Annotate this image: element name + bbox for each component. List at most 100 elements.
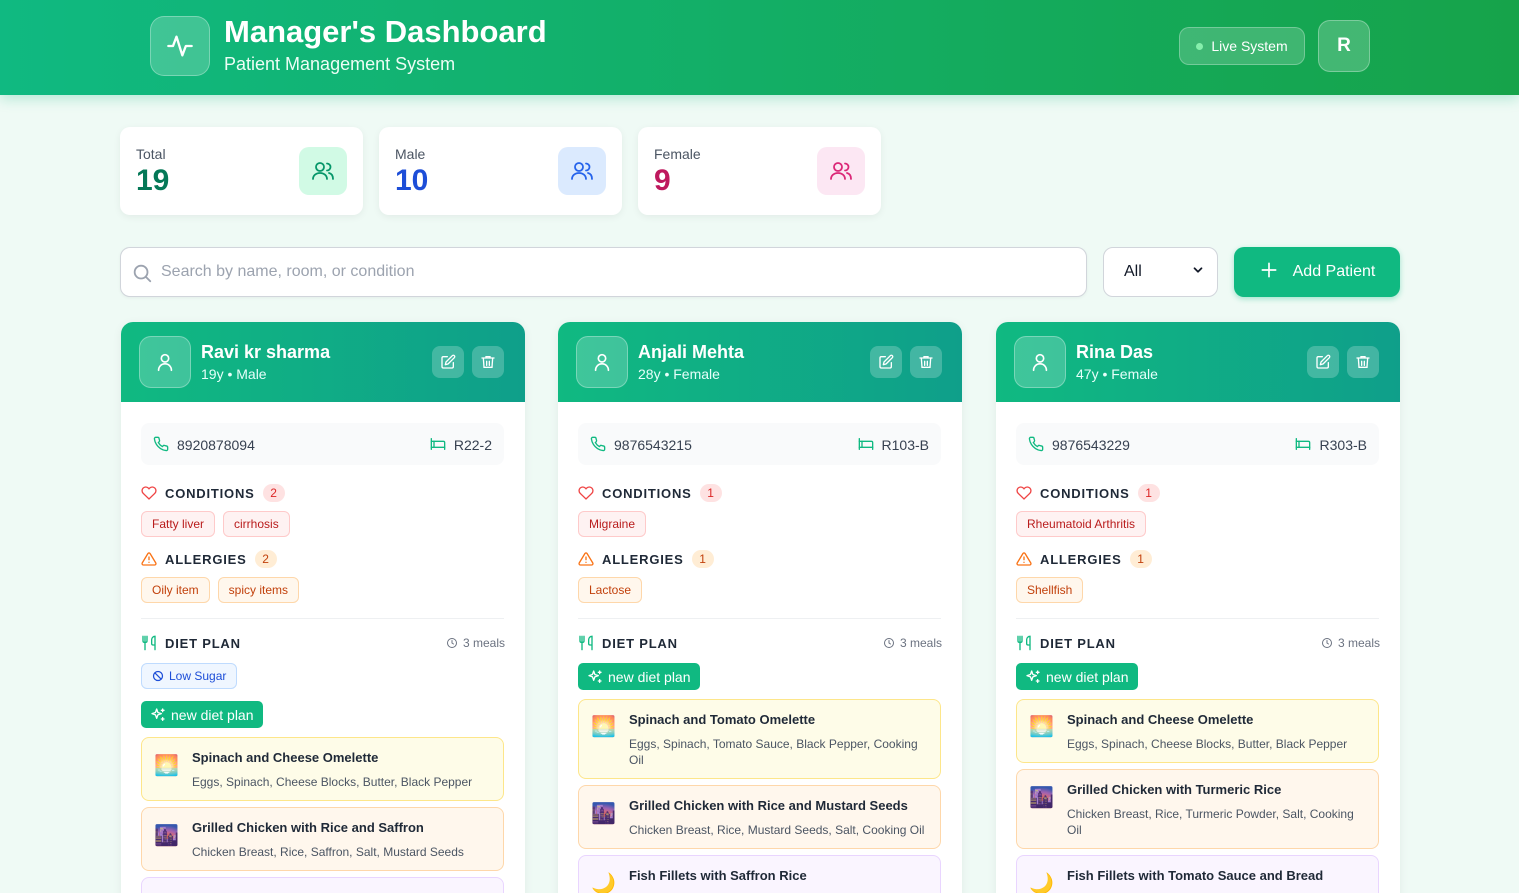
clock-icon xyxy=(446,638,457,648)
live-status-badge: Live System xyxy=(1179,27,1305,65)
condition-tag: Migraine xyxy=(578,511,647,537)
edit-icon xyxy=(1316,354,1331,369)
meals-count: 3 meals xyxy=(883,636,942,650)
diet-plan-label: DIET PLAN xyxy=(165,635,241,651)
conditions-label: CONDITIONS xyxy=(1040,485,1130,501)
edit-icon xyxy=(879,354,894,369)
meal-name: Grilled Chicken with Rice and Mustard Se… xyxy=(629,798,908,813)
meal-ingredients: Eggs, Spinach, Tomato Sauce, Black Peppe… xyxy=(629,737,918,767)
meal-ingredients: Chicken Breast, Rice, Saffron, Salt, Mus… xyxy=(192,845,464,859)
plus-icon xyxy=(1259,260,1279,285)
moon-icon: 🌙 xyxy=(1029,873,1054,893)
divider xyxy=(141,618,504,619)
meal-item-dinner[interactable]: 🌙 Fish Fillets with Saffron Rice xyxy=(578,855,941,893)
heart-icon xyxy=(1016,486,1032,500)
search-box xyxy=(120,247,1087,297)
search-icon xyxy=(131,262,153,289)
new-diet-plan-button[interactable]: new diet plan xyxy=(578,663,700,690)
patient-card: Anjali Mehta 28y • Female 9876543215 R10… xyxy=(558,322,962,893)
stat-card-female: Female 9 xyxy=(638,127,881,215)
allergies-count: 1 xyxy=(691,550,714,568)
users-icon xyxy=(817,147,865,195)
trash-icon xyxy=(1356,356,1370,368)
meal-item-breakfast[interactable]: 🌅 Spinach and Cheese Omelette Eggs, Spin… xyxy=(141,737,504,801)
clock-icon xyxy=(883,638,894,648)
stat-card-total: Total 19 xyxy=(120,127,363,215)
patient-phone: 9876543229 xyxy=(1052,437,1130,453)
new-diet-plan-label: new diet plan xyxy=(608,668,691,685)
live-status-label: Live System xyxy=(1211,38,1288,54)
meal-item-lunch[interactable]: 🌆 Grilled Chicken with Rice and Saffron … xyxy=(141,807,504,871)
patient-age-gender: 19y • Male xyxy=(201,366,267,382)
sparkles-icon xyxy=(1026,669,1040,683)
edit-icon xyxy=(441,354,456,369)
allergies-heading: ALLERGIES 2 xyxy=(141,550,277,568)
clock-icon xyxy=(1321,638,1332,648)
diet-type-tag: Low Sugar xyxy=(141,663,238,689)
conditions-count: 1 xyxy=(1137,484,1160,502)
meal-item-lunch[interactable]: 🌆 Grilled Chicken with Rice and Mustard … xyxy=(578,785,941,849)
allergy-tag: Oily item xyxy=(141,577,210,603)
meals-count: 3 meals xyxy=(446,636,505,650)
delete-patient-button[interactable] xyxy=(1347,346,1379,378)
meal-item-dinner[interactable] xyxy=(141,877,504,893)
edit-patient-button[interactable] xyxy=(1307,346,1339,378)
page-title: Manager's Dashboard xyxy=(224,14,547,49)
meal-item-lunch[interactable]: 🌆 Grilled Chicken with Turmeric Rice Chi… xyxy=(1016,769,1379,849)
gender-filter-select[interactable]: All xyxy=(1103,247,1218,297)
add-patient-button[interactable]: Add Patient xyxy=(1234,247,1400,297)
utensils-icon xyxy=(1017,635,1031,651)
sunrise-icon: 🌅 xyxy=(154,755,179,777)
meal-item-dinner[interactable]: 🌙 Fish Fillets with Tomato Sauce and Bre… xyxy=(1016,855,1379,893)
live-dot-icon xyxy=(1196,42,1204,50)
phone-icon xyxy=(153,436,169,457)
diet-plan-label: DIET PLAN xyxy=(602,635,678,651)
allergies-heading: ALLERGIES 1 xyxy=(1016,550,1152,568)
user-icon xyxy=(1014,336,1066,388)
user-icon xyxy=(576,336,628,388)
edit-patient-button[interactable] xyxy=(432,346,464,378)
contact-row: 9876543229 R303-B xyxy=(1016,423,1379,465)
contact-row: 8920878094 R22-2 xyxy=(141,423,504,465)
allergies-tags: Oily item spicy items xyxy=(141,577,300,603)
user-avatar[interactable]: R xyxy=(1318,20,1370,72)
meal-name: Spinach and Cheese Omelette xyxy=(1067,712,1254,727)
meals-count-label: 3 meals xyxy=(462,636,505,650)
meals-count-label: 3 meals xyxy=(899,636,942,650)
utensils-icon xyxy=(579,635,593,651)
meals-count-label: 3 meals xyxy=(1337,636,1380,650)
meal-item-breakfast[interactable]: 🌅 Spinach and Tomato Omelette Eggs, Spin… xyxy=(578,699,941,779)
conditions-heading: CONDITIONS 2 xyxy=(141,484,285,502)
meal-ingredients: Eggs, Spinach, Cheese Blocks, Butter, Bl… xyxy=(192,775,473,789)
stat-label: Male xyxy=(395,146,426,162)
meal-name: Fish Fillets with Saffron Rice xyxy=(629,868,807,883)
patient-card-header: Anjali Mehta 28y • Female xyxy=(558,322,962,402)
delete-patient-button[interactable] xyxy=(910,346,942,378)
stat-label: Female xyxy=(654,146,701,162)
new-diet-plan-button[interactable]: new diet plan xyxy=(1016,663,1138,690)
meal-name: Spinach and Cheese Omelette xyxy=(192,750,379,765)
delete-patient-button[interactable] xyxy=(472,346,504,378)
patient-room: R103-B xyxy=(881,437,929,453)
meal-name: Spinach and Tomato Omelette xyxy=(629,712,816,727)
contact-row: 9876543215 R103-B xyxy=(578,423,941,465)
new-diet-plan-button[interactable]: new diet plan xyxy=(141,701,263,728)
condition-tag: Fatty liver xyxy=(141,511,216,537)
allergies-tags: Lactose xyxy=(578,577,643,603)
allergy-tag: Shellfish xyxy=(1016,577,1084,603)
meal-item-breakfast[interactable]: 🌅 Spinach and Cheese Omelette Eggs, Spin… xyxy=(1016,699,1379,763)
allergies-label: ALLERGIES xyxy=(165,551,247,567)
patient-card: Ravi kr sharma 19y • Male 8920878094 R22… xyxy=(121,322,525,893)
patient-age-gender: 47y • Female xyxy=(1076,366,1158,382)
phone-icon xyxy=(590,436,606,457)
bed-icon xyxy=(430,436,446,457)
edit-patient-button[interactable] xyxy=(870,346,902,378)
stat-label: Total xyxy=(136,146,166,162)
city-icon: 🌆 xyxy=(591,803,616,825)
condition-tag: cirrhosis xyxy=(223,511,290,537)
patient-card-header: Ravi kr sharma 19y • Male xyxy=(121,322,525,402)
patient-age-gender: 28y • Female xyxy=(638,366,720,382)
divider xyxy=(578,618,941,619)
search-input[interactable] xyxy=(161,248,1071,296)
page-subtitle: Patient Management System xyxy=(224,54,456,74)
